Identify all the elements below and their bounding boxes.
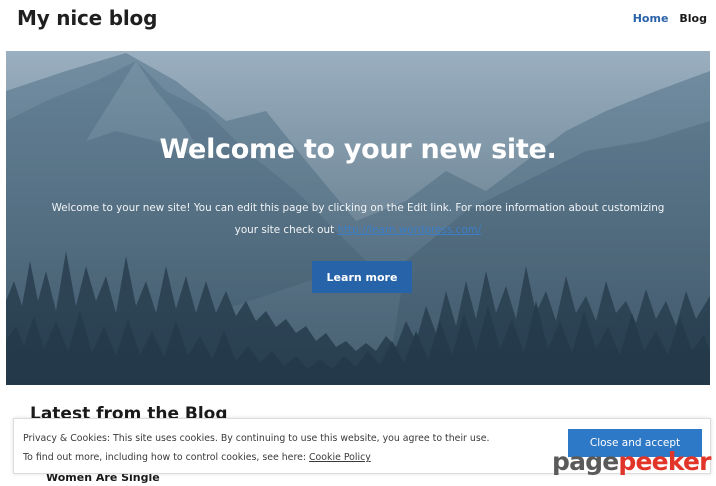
watermark-part-page: page — [552, 447, 619, 476]
cookie-more-info: To find out more, including how to contr… — [23, 452, 371, 463]
site-header: My nice blog Home Blog — [0, 0, 716, 46]
learn-wordpress-link[interactable]: http://learn.wordpress.com/ — [337, 224, 481, 236]
hero-section: Welcome to your new site. Welcome to you… — [6, 51, 710, 385]
site-title[interactable]: My nice blog — [17, 6, 157, 30]
cookie-notice-text: Privacy & Cookies: This site uses cookie… — [23, 433, 490, 444]
main-nav: Home Blog — [633, 12, 707, 25]
pagepeeker-watermark-logo: pagepeeker — [552, 447, 711, 477]
cookie-policy-link[interactable]: Cookie Policy — [309, 452, 371, 463]
hero-title: Welcome to your new site. — [159, 134, 557, 165]
hero-description: Welcome to your new site! You can edit t… — [46, 197, 670, 241]
nav-blog-link[interactable]: Blog — [679, 12, 707, 25]
learn-more-button[interactable]: Learn more — [312, 261, 412, 293]
nav-home-link[interactable]: Home — [633, 12, 669, 25]
cookie-more-info-text: To find out more, including how to contr… — [23, 452, 310, 463]
watermark-part-peeker: peeker — [618, 447, 711, 476]
